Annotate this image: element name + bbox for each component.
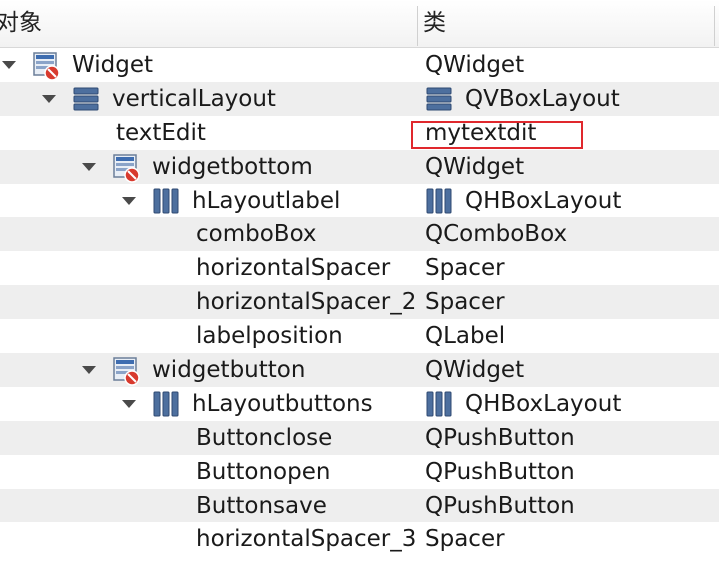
- object-cell[interactable]: verticalLayout: [42, 82, 276, 116]
- expand-arrow-icon[interactable]: [82, 365, 112, 374]
- object-cell[interactable]: comboBox: [196, 217, 317, 251]
- class-cell[interactable]: QPushButton: [425, 421, 575, 455]
- tree-rows: Widget QWidget verticalLayout QVBoxLayout te…: [0, 48, 719, 556]
- tree-row[interactable]: widgetbutton QWidget: [0, 353, 719, 387]
- widget-icon: [112, 153, 140, 183]
- hbox-layout-icon: [152, 390, 180, 418]
- object-name: textEdit: [116, 119, 206, 146]
- expand-arrow-icon[interactable]: [82, 162, 112, 171]
- object-cell[interactable]: widgetbottom: [82, 150, 313, 184]
- header-divider[interactable]: [417, 6, 418, 46]
- class-cell[interactable]: Spacer: [425, 285, 505, 319]
- object-cell[interactable]: horizontalSpacer: [196, 251, 390, 285]
- object-cell[interactable]: hLayoutbuttons: [122, 387, 373, 421]
- object-name: horizontalSpacer: [196, 255, 391, 282]
- class-cell[interactable]: QVBoxLayout: [425, 82, 620, 116]
- vbox-layout-icon: [425, 85, 453, 113]
- object-name: Buttonsave: [196, 492, 327, 519]
- class-cell[interactable]: QWidget: [425, 150, 524, 184]
- object-name: hLayoutbuttons: [192, 390, 373, 417]
- class-name: QPushButton: [425, 424, 575, 451]
- tree-row[interactable]: Buttonsave QPushButton: [0, 488, 719, 523]
- tree-row[interactable]: verticalLayout QVBoxLayout: [0, 81, 719, 116]
- object-name: verticalLayout: [112, 85, 276, 112]
- object-cell[interactable]: textEdit: [116, 116, 206, 150]
- hbox-layout-icon: [152, 187, 180, 215]
- object-cell[interactable]: horizontalSpacer_3: [196, 522, 416, 556]
- class-cell[interactable]: QPushButton: [425, 489, 575, 523]
- expand-arrow-icon[interactable]: [42, 94, 72, 103]
- expand-arrow-icon[interactable]: [122, 399, 152, 408]
- class-cell[interactable]: QHBoxLayout: [425, 184, 621, 218]
- class-name: Spacer: [425, 289, 505, 316]
- class-name: QPushButton: [425, 458, 575, 485]
- tree-row[interactable]: horizontalSpacer Spacer: [0, 251, 719, 285]
- class-cell[interactable]: QWidget: [425, 353, 524, 387]
- object-cell[interactable]: Buttonclose: [196, 421, 332, 455]
- tree-row[interactable]: comboBox QComboBox: [0, 217, 719, 252]
- object-name: comboBox: [196, 221, 317, 248]
- class-name: QComboBox: [425, 221, 568, 248]
- object-name: horizontalSpacer_3: [196, 526, 417, 553]
- object-name: hLayoutlabel: [192, 187, 341, 214]
- object-cell[interactable]: Widget: [2, 48, 153, 82]
- tree-row[interactable]: horizontalSpacer_2 Spacer: [0, 285, 719, 320]
- object-name: widgetbutton: [152, 356, 306, 383]
- object-name: Widget: [72, 51, 153, 78]
- tree-row[interactable]: horizontalSpacer_3 Spacer: [0, 522, 719, 556]
- class-cell[interactable]: QLabel: [425, 319, 505, 353]
- object-name: Buttonclose: [196, 424, 333, 451]
- class-name: QVBoxLayout: [465, 85, 620, 112]
- object-cell[interactable]: widgetbutton: [82, 353, 305, 387]
- class-cell[interactable]: QPushButton: [425, 455, 575, 489]
- class-name: QWidget: [425, 51, 525, 78]
- header-right-divider: [714, 6, 715, 46]
- vbox-layout-icon: [72, 85, 100, 113]
- widget-icon: [32, 51, 60, 81]
- expand-arrow-icon[interactable]: [122, 196, 152, 205]
- hbox-layout-icon: [425, 390, 453, 418]
- header-class[interactable]: 类: [423, 0, 713, 47]
- class-name: Spacer: [425, 526, 505, 553]
- object-name: labelposition: [196, 323, 343, 350]
- class-name: QLabel: [425, 323, 506, 350]
- tree-header: 对象 类: [0, 0, 719, 48]
- class-cell[interactable]: QHBoxLayout: [425, 387, 621, 421]
- highlight-box: [411, 121, 583, 149]
- class-cell[interactable]: QWidget: [425, 48, 524, 82]
- header-object[interactable]: 对象: [0, 0, 413, 47]
- object-cell[interactable]: Buttonopen: [196, 455, 330, 489]
- class-name: QWidget: [425, 153, 525, 180]
- class-name: QPushButton: [425, 492, 575, 519]
- object-name: widgetbottom: [152, 153, 313, 180]
- object-cell[interactable]: horizontalSpacer_2: [196, 285, 416, 319]
- tree-row[interactable]: Widget QWidget: [0, 48, 719, 82]
- class-name: QHBoxLayout: [465, 187, 622, 214]
- class-cell[interactable]: Spacer: [425, 522, 505, 556]
- class-name: Spacer: [425, 255, 505, 282]
- expand-arrow-icon[interactable]: [2, 60, 32, 69]
- object-inspector-tree[interactable]: 对象 类 Widget QWidget verticalLayout QVBoxLay…: [0, 0, 719, 561]
- object-name: Buttonopen: [196, 458, 331, 485]
- class-cell[interactable]: Spacer: [425, 251, 505, 285]
- class-name: QHBoxLayout: [465, 390, 622, 417]
- tree-row[interactable]: Buttonclose QPushButton: [0, 420, 719, 455]
- hbox-layout-icon: [425, 187, 453, 215]
- object-name: horizontalSpacer_2: [196, 289, 417, 316]
- tree-row[interactable]: labelposition QLabel: [0, 319, 719, 353]
- tree-row[interactable]: hLayoutbuttons QHBoxLayout: [0, 387, 719, 421]
- tree-row[interactable]: Buttonopen QPushButton: [0, 455, 719, 489]
- class-name: QWidget: [425, 356, 525, 383]
- object-cell[interactable]: labelposition: [196, 319, 343, 353]
- tree-row[interactable]: textEdit mytextdit: [0, 116, 719, 150]
- tree-row[interactable]: widgetbottom QWidget: [0, 149, 719, 184]
- widget-icon: [112, 356, 140, 386]
- tree-row[interactable]: hLayoutlabel QHBoxLayout: [0, 184, 719, 218]
- object-cell[interactable]: Buttonsave: [196, 489, 327, 523]
- object-cell[interactable]: hLayoutlabel: [122, 184, 340, 218]
- class-cell[interactable]: QComboBox: [425, 217, 567, 251]
